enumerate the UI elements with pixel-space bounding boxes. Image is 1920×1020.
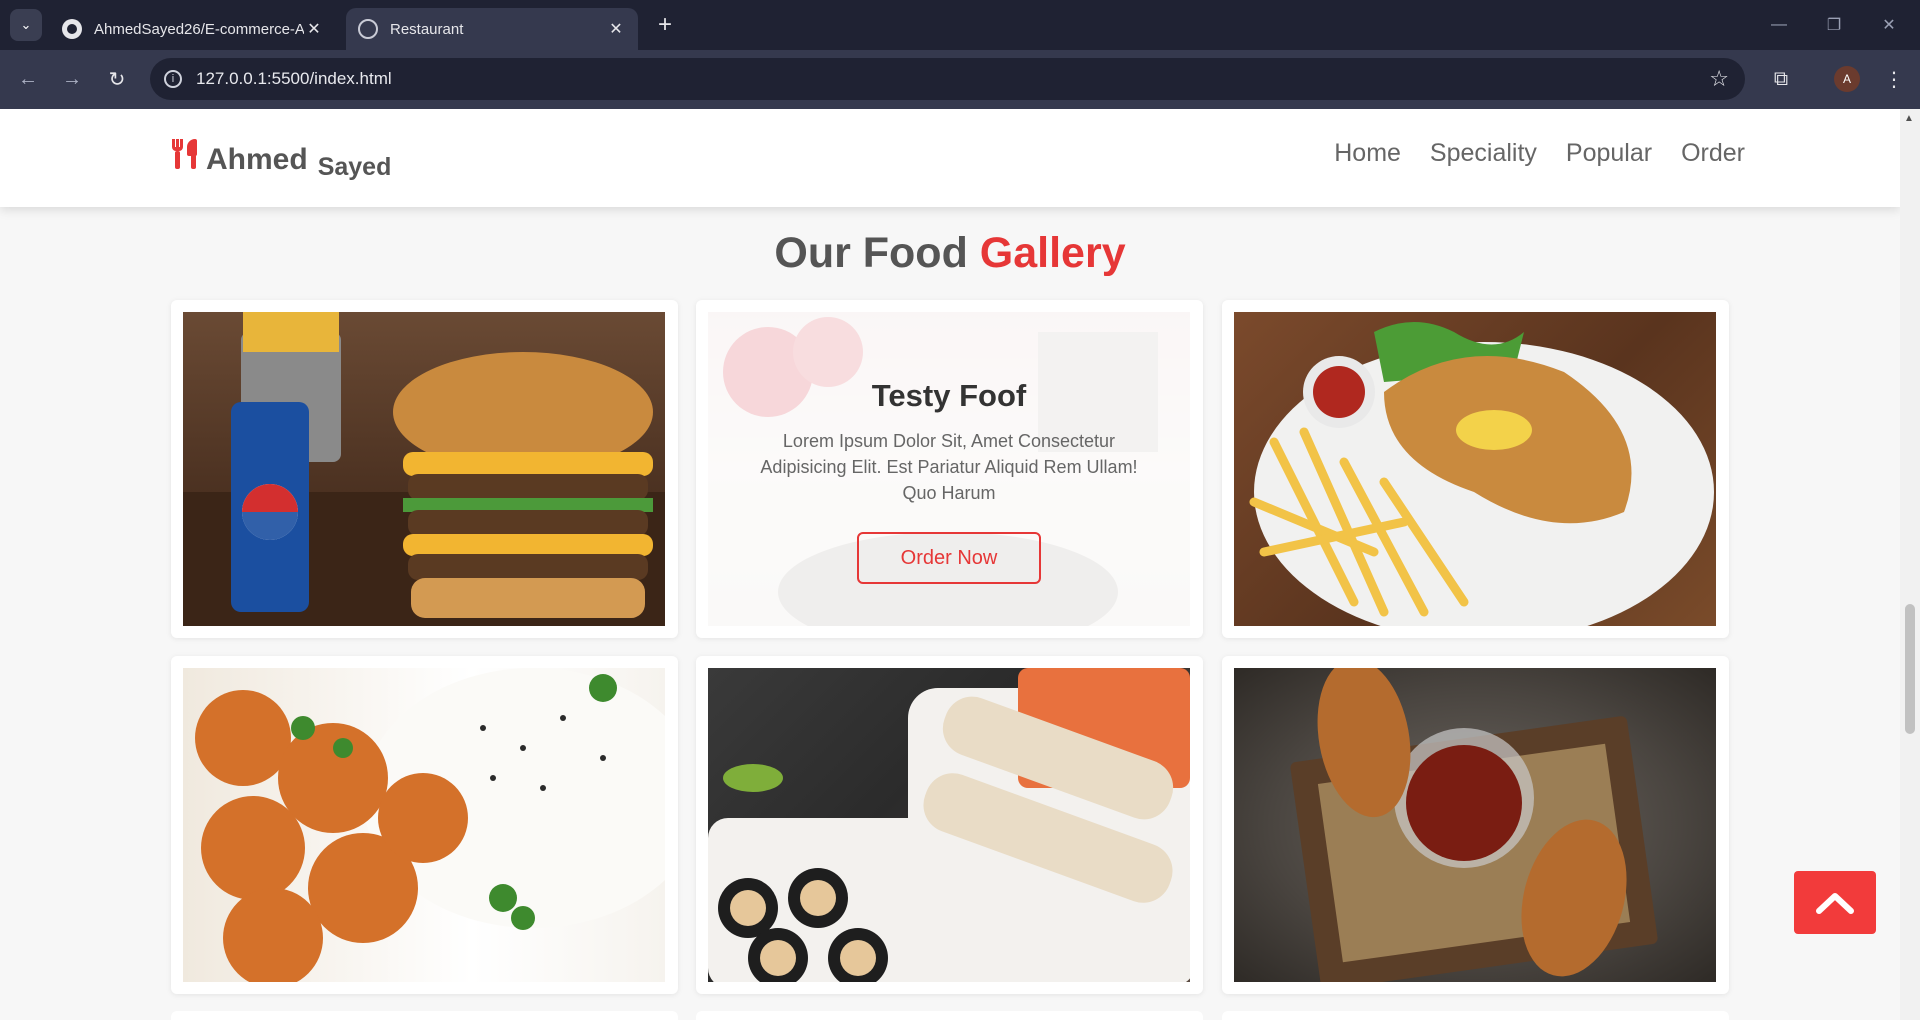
window-close-button[interactable]: ✕ bbox=[1864, 10, 1914, 40]
tea-croissant-image bbox=[1234, 668, 1716, 982]
restore-button[interactable]: ❐ bbox=[1809, 10, 1859, 40]
back-button[interactable]: ← bbox=[12, 63, 44, 95]
globe-icon bbox=[358, 19, 378, 39]
scroll-to-top-button[interactable] bbox=[1794, 871, 1876, 934]
menu-dots-icon[interactable]: ⋮ bbox=[1878, 63, 1910, 95]
gallery-card[interactable] bbox=[171, 656, 678, 994]
url-text[interactable]: 127.0.0.1:5500/index.html bbox=[196, 69, 1709, 89]
nav-popular[interactable]: Popular bbox=[1566, 139, 1652, 168]
gallery-card[interactable] bbox=[1222, 656, 1729, 994]
order-now-button[interactable]: Order Now bbox=[857, 532, 1041, 584]
burger-image bbox=[183, 312, 665, 626]
logo-sub-text: Sayed bbox=[317, 153, 392, 181]
chicken-rice-image bbox=[183, 668, 665, 982]
browser-toolbar: ← → ↻ i 127.0.0.1:5500/index.html ☆ ⧉ A … bbox=[0, 50, 1920, 109]
gallery-card[interactable] bbox=[1222, 300, 1729, 638]
gallery-card-partial bbox=[696, 1011, 1203, 1020]
browser-tab-bar: ⌄ AhmedSayed26/E-commerce-A ✕ Restaurant… bbox=[0, 0, 1920, 50]
gallery-card-featured[interactable]: Testy Foof Lorem Ipsum Dolor Sit, Amet C… bbox=[696, 300, 1203, 638]
chevron-up-icon bbox=[1816, 892, 1854, 914]
bookmark-star-icon[interactable]: ☆ bbox=[1709, 66, 1729, 92]
scrollbar-thumb[interactable] bbox=[1905, 604, 1915, 734]
tab-title: Restaurant bbox=[390, 20, 464, 38]
minimize-button[interactable]: — bbox=[1754, 10, 1804, 40]
gallery-title-accent: Gallery bbox=[979, 229, 1126, 277]
sushi-image bbox=[708, 668, 1190, 982]
close-icon[interactable]: ✕ bbox=[304, 19, 324, 39]
tab-search-button[interactable]: ⌄ bbox=[10, 9, 42, 41]
tab-title: AhmedSayed26/E-commerce-A bbox=[94, 20, 304, 38]
reload-button[interactable]: ↻ bbox=[101, 63, 133, 95]
logo-main-text: Ahmed bbox=[206, 143, 308, 176]
close-icon[interactable]: ✕ bbox=[606, 19, 626, 39]
gallery-card-partial bbox=[1222, 1011, 1729, 1020]
fried-fish-image bbox=[1234, 312, 1716, 626]
page-viewport: Ahmed Sayed Home Speciality Popular Orde… bbox=[0, 109, 1900, 1020]
page-scrollbar[interactable]: ▲ bbox=[1900, 109, 1920, 1020]
overlay-title: Testy Foof bbox=[871, 378, 1027, 413]
gallery-title: Our Food Gallery bbox=[0, 229, 1900, 278]
gallery-card-partial bbox=[171, 1011, 678, 1020]
site-info-icon[interactable]: i bbox=[164, 70, 182, 88]
forward-button[interactable]: → bbox=[56, 63, 88, 95]
overlay-text: Lorem Ipsum Dolor Sit, Amet Consectetur … bbox=[760, 431, 1138, 503]
github-icon bbox=[62, 19, 82, 39]
nav-speciality[interactable]: Speciality bbox=[1430, 139, 1537, 168]
gallery-title-main: Our Food bbox=[774, 229, 968, 277]
tab-restaurant[interactable]: Restaurant ✕ bbox=[346, 8, 638, 50]
new-tab-button[interactable]: + bbox=[650, 10, 680, 40]
tab-github[interactable]: AhmedSayed26/E-commerce-A ✕ bbox=[50, 8, 336, 50]
scroll-up-arrow-icon[interactable]: ▲ bbox=[1904, 113, 1914, 124]
address-bar[interactable]: i 127.0.0.1:5500/index.html ☆ bbox=[150, 58, 1745, 100]
site-header: Ahmed Sayed Home Speciality Popular Orde… bbox=[0, 109, 1900, 207]
main-nav: Home Speciality Popular Order bbox=[1334, 139, 1745, 168]
utensils-icon bbox=[170, 137, 200, 169]
nav-home[interactable]: Home bbox=[1334, 139, 1401, 168]
extensions-icon[interactable]: ⧉ bbox=[1765, 63, 1797, 95]
gallery-card[interactable] bbox=[171, 300, 678, 638]
nav-order[interactable]: Order bbox=[1681, 139, 1745, 168]
seafood-image: Testy Foof Lorem Ipsum Dolor Sit, Amet C… bbox=[708, 312, 1190, 626]
card-hover-overlay: Testy Foof Lorem Ipsum Dolor Sit, Amet C… bbox=[708, 312, 1190, 626]
profile-avatar[interactable]: A bbox=[1834, 66, 1860, 92]
gallery-card[interactable] bbox=[696, 656, 1203, 994]
site-logo[interactable]: Ahmed Sayed bbox=[170, 137, 391, 181]
